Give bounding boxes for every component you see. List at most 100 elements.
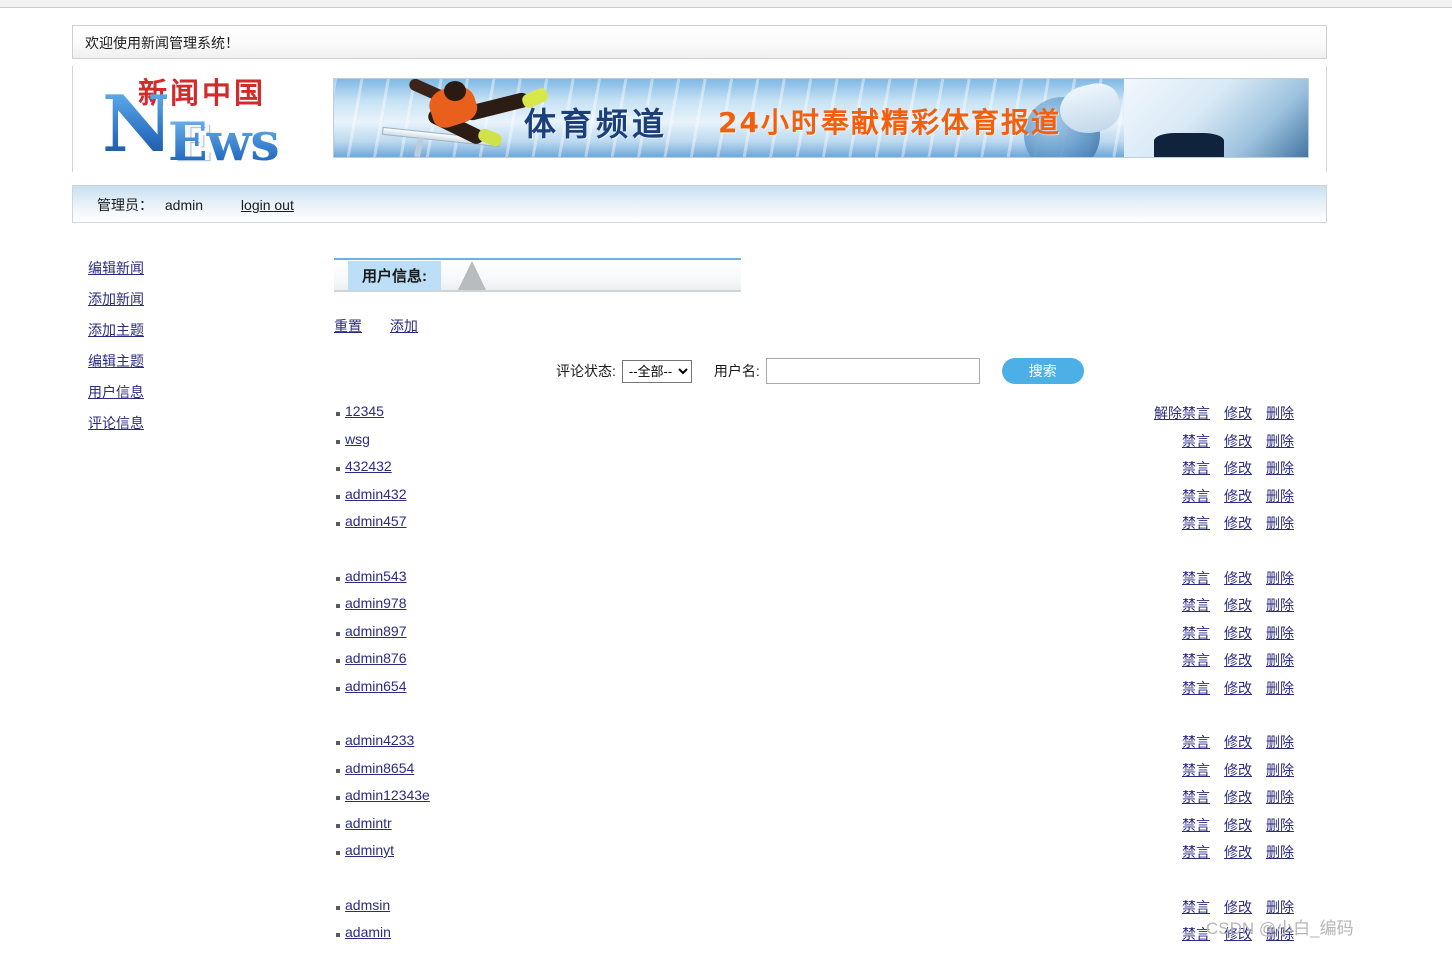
- delete-link[interactable]: 删除: [1266, 652, 1294, 668]
- mute-link[interactable]: 禁言: [1174, 650, 1210, 670]
- table-row: admin978 禁言修改删除: [334, 593, 1294, 621]
- table-row: adamin 禁言修改删除: [334, 922, 1294, 950]
- delete-link[interactable]: 删除: [1266, 625, 1294, 641]
- panel-triangle-decoration: [458, 261, 486, 290]
- mute-link[interactable]: 禁言: [1174, 623, 1210, 643]
- table-row: admin432 禁言修改删除: [334, 484, 1294, 512]
- site-logo[interactable]: 新闻中国 N E Ews: [90, 68, 340, 168]
- table-row: 432432 禁言修改删除: [334, 456, 1294, 484]
- user-name-link[interactable]: 432432: [345, 458, 392, 474]
- mute-link[interactable]: 禁言: [1174, 924, 1210, 944]
- mute-link[interactable]: 禁言: [1174, 815, 1210, 835]
- add-link[interactable]: 添加: [390, 318, 418, 334]
- table-row: admin4233 禁言修改删除: [334, 730, 1294, 758]
- user-name-link[interactable]: adminyt: [345, 842, 394, 858]
- delete-link[interactable]: 删除: [1266, 734, 1294, 750]
- delete-link[interactable]: 删除: [1266, 597, 1294, 613]
- mute-link[interactable]: 禁言: [1174, 732, 1210, 752]
- edit-link[interactable]: 修改: [1224, 844, 1252, 860]
- comment-status-select[interactable]: --全部--: [622, 360, 692, 383]
- bullet-icon: [336, 522, 340, 526]
- row-actions: 禁言修改删除: [954, 732, 1294, 752]
- user-name-link[interactable]: admin897: [345, 623, 407, 639]
- mute-link[interactable]: 禁言: [1174, 568, 1210, 588]
- delete-link[interactable]: 删除: [1266, 405, 1294, 421]
- edit-link[interactable]: 修改: [1224, 625, 1252, 641]
- logo-word-ews: Ews: [168, 117, 279, 168]
- mute-link[interactable]: 禁言: [1174, 486, 1210, 506]
- athlete-shorts-image: [1124, 79, 1309, 158]
- edit-link[interactable]: 修改: [1224, 762, 1252, 778]
- mute-link[interactable]: 禁言: [1174, 897, 1210, 917]
- mute-link[interactable]: 禁言: [1174, 842, 1210, 862]
- sidebar-item-edit-topic[interactable]: 编辑主题: [88, 351, 144, 371]
- logout-link[interactable]: login out: [241, 197, 294, 213]
- row-actions: 禁言修改删除: [954, 924, 1294, 944]
- edit-link[interactable]: 修改: [1224, 597, 1252, 613]
- user-name-link[interactable]: admsin: [345, 897, 390, 913]
- user-name-link[interactable]: admin457: [345, 513, 407, 529]
- mute-link[interactable]: 禁言: [1174, 678, 1210, 698]
- user-group: admin4233禁言修改删除admin8654禁言修改删除admin12343…: [334, 730, 1294, 868]
- mute-link[interactable]: 禁言: [1174, 458, 1210, 478]
- bullet-icon: [336, 824, 340, 828]
- delete-link[interactable]: 删除: [1266, 844, 1294, 860]
- edit-link[interactable]: 修改: [1224, 652, 1252, 668]
- bullet-icon: [336, 604, 340, 608]
- edit-link[interactable]: 修改: [1224, 515, 1252, 531]
- delete-link[interactable]: 删除: [1266, 488, 1294, 504]
- mute-link[interactable]: 禁言: [1174, 595, 1210, 615]
- edit-link[interactable]: 修改: [1224, 789, 1252, 805]
- edit-link[interactable]: 修改: [1224, 817, 1252, 833]
- sidebar-item-add-news[interactable]: 添加新闻: [88, 289, 144, 309]
- user-name-link[interactable]: admin543: [345, 568, 407, 584]
- delete-link[interactable]: 删除: [1266, 926, 1294, 942]
- sidebar-item-comment-info[interactable]: 评论信息: [88, 413, 144, 433]
- edit-link[interactable]: 修改: [1224, 433, 1252, 449]
- user-name-link[interactable]: admin876: [345, 650, 407, 666]
- user-name-link[interactable]: admin12343e: [345, 787, 430, 803]
- mute-link[interactable]: 禁言: [1174, 431, 1210, 451]
- delete-link[interactable]: 删除: [1266, 817, 1294, 833]
- mute-link[interactable]: 禁言: [1174, 760, 1210, 780]
- user-name-link[interactable]: adamin: [345, 924, 391, 940]
- edit-link[interactable]: 修改: [1224, 405, 1252, 421]
- edit-link[interactable]: 修改: [1224, 460, 1252, 476]
- bullet-icon: [336, 906, 340, 910]
- delete-link[interactable]: 删除: [1266, 570, 1294, 586]
- unmute-link[interactable]: 解除禁言: [1154, 403, 1210, 423]
- delete-link[interactable]: 删除: [1266, 433, 1294, 449]
- edit-link[interactable]: 修改: [1224, 926, 1252, 942]
- search-button[interactable]: 搜索: [1002, 358, 1084, 384]
- delete-link[interactable]: 删除: [1266, 515, 1294, 531]
- user-name-link[interactable]: admin432: [345, 486, 407, 502]
- row-actions: 禁言修改删除: [954, 678, 1294, 698]
- sports-channel-banner[interactable]: 体育频道 24小时奉献精彩体育报道: [333, 78, 1309, 158]
- delete-link[interactable]: 删除: [1266, 460, 1294, 476]
- delete-link[interactable]: 删除: [1266, 899, 1294, 915]
- user-name-link[interactable]: admintr: [345, 815, 392, 831]
- delete-link[interactable]: 删除: [1266, 762, 1294, 778]
- user-name-link[interactable]: admin8654: [345, 760, 414, 776]
- comment-status-label: 评论状态:: [556, 361, 616, 381]
- edit-link[interactable]: 修改: [1224, 734, 1252, 750]
- mute-link[interactable]: 禁言: [1174, 513, 1210, 533]
- user-name-link[interactable]: admin4233: [345, 732, 414, 748]
- welcome-text: 欢迎使用新闻管理系统！: [85, 33, 239, 53]
- sidebar-item-user-info[interactable]: 用户信息: [88, 382, 144, 402]
- delete-link[interactable]: 删除: [1266, 680, 1294, 696]
- delete-link[interactable]: 删除: [1266, 789, 1294, 805]
- username-input[interactable]: [766, 358, 980, 384]
- user-name-link[interactable]: wsg: [345, 431, 370, 447]
- user-name-link[interactable]: admin654: [345, 678, 407, 694]
- edit-link[interactable]: 修改: [1224, 899, 1252, 915]
- reset-link[interactable]: 重置: [334, 318, 362, 334]
- edit-link[interactable]: 修改: [1224, 488, 1252, 504]
- user-name-link[interactable]: 12345: [345, 403, 384, 419]
- sidebar-item-edit-news[interactable]: 编辑新闻: [88, 258, 144, 278]
- edit-link[interactable]: 修改: [1224, 570, 1252, 586]
- edit-link[interactable]: 修改: [1224, 680, 1252, 696]
- mute-link[interactable]: 禁言: [1174, 787, 1210, 807]
- user-name-link[interactable]: admin978: [345, 595, 407, 611]
- sidebar-item-add-topic[interactable]: 添加主题: [88, 320, 144, 340]
